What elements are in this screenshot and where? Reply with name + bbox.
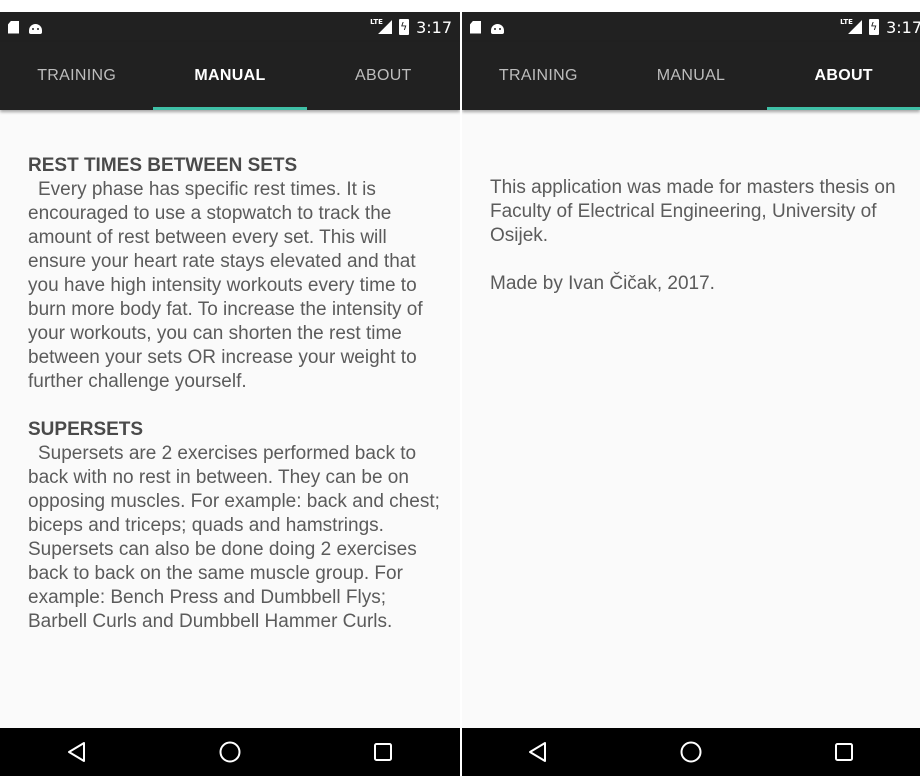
recents-icon [374, 743, 393, 761]
network-type: LTE [840, 18, 853, 26]
section-title-supersets: SUPERSETS [28, 419, 144, 440]
status-clock: 3:17 [886, 17, 920, 37]
navigation-bar [462, 728, 920, 776]
tab-bar: TRAINING MANUAL ABOUT [462, 42, 920, 110]
status-clock: 3:17 [416, 17, 452, 37]
manual-content[interactable]: REST TIMES BETWEEN SETS Every phase has … [0, 110, 460, 634]
about-content: This application was made for masters th… [462, 110, 920, 296]
android-debug-icon [491, 23, 504, 34]
back-button[interactable] [57, 732, 97, 772]
home-icon [219, 741, 241, 763]
manual-screen: LTE 3:17 TRAINING MANUAL ABOUT REST TIME… [0, 12, 460, 776]
section-title-rest-times: REST TIMES BETWEEN SETS [28, 155, 298, 176]
battery-charging-icon [869, 19, 880, 35]
recents-button[interactable] [363, 732, 403, 772]
section-body-rest-times: Every phase has specific rest times. It … [28, 179, 423, 392]
navigation-bar [0, 728, 460, 776]
tab-training[interactable]: TRAINING [0, 42, 153, 110]
about-screen: LTE 3:17 TRAINING MANUAL ABOUT This appl… [462, 12, 920, 776]
battery-charging-icon [399, 19, 410, 35]
home-button[interactable] [210, 732, 250, 772]
tab-bar: TRAINING MANUAL ABOUT [0, 42, 460, 110]
status-bar: LTE 3:17 [0, 12, 460, 42]
signal-icon: LTE [840, 18, 863, 35]
tab-manual[interactable]: MANUAL [615, 42, 768, 110]
home-icon [680, 741, 702, 763]
about-description: This application was made for masters th… [490, 177, 896, 246]
back-icon [67, 742, 85, 762]
signal-icon: LTE [370, 18, 393, 35]
back-icon [529, 742, 547, 762]
about-author: Made by Ivan Čičak, 2017. [490, 273, 715, 294]
recents-icon [834, 743, 853, 761]
tab-training[interactable]: TRAINING [462, 42, 615, 110]
android-debug-icon [29, 23, 42, 34]
home-button[interactable] [671, 732, 711, 772]
section-body-supersets: Supersets are 2 exercises performed back… [28, 443, 440, 632]
tab-about[interactable]: ABOUT [307, 42, 460, 110]
tab-about[interactable]: ABOUT [767, 42, 920, 110]
tab-manual[interactable]: MANUAL [153, 42, 307, 110]
sd-card-icon [8, 20, 19, 34]
status-bar: LTE 3:17 [462, 12, 920, 42]
recents-button[interactable] [824, 732, 864, 772]
sd-card-icon [470, 20, 481, 34]
network-type: LTE [370, 18, 383, 26]
back-button[interactable] [518, 732, 558, 772]
